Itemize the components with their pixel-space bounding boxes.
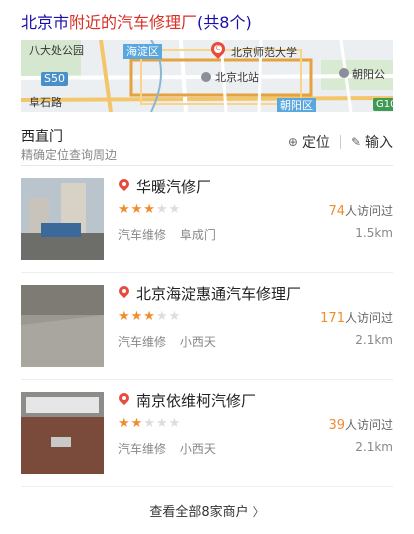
shop-category: 汽车维修 [118,335,167,349]
pencil-icon: ✎ [350,135,361,149]
map-label-bnu: 北京师范大学 [231,46,297,59]
locate-button[interactable]: ⊕ 定位 [288,132,330,152]
locate-icon: ⊕ [287,135,298,149]
station-icon [201,72,211,82]
shop-list: 华暖汽修厂 ★★★★★ 74人访问过 汽车维修 阜成门 1.5km 北京海淀惠通… [21,166,393,487]
current-location: 西直门 [21,129,63,145]
visit-count: 171人访问过 [320,311,393,326]
shop-name[interactable]: 南京依维柯汽修厂 [136,390,256,411]
divider [339,135,341,149]
input-location-button[interactable]: ✎ 输入 [351,132,393,152]
view-all-button[interactable]: 查看全部8家商户〉 [0,490,414,534]
locate-label: 定位 [301,135,330,151]
shop-photo[interactable] [21,285,104,367]
map-label-g10: G10 [373,98,393,111]
results-title[interactable]: 北京市附近的汽车修理厂(共8个) [21,9,252,33]
map-label-fushi-road: 阜石路 [29,96,62,109]
shop-area: 小西天 [179,335,216,349]
shop-category: 汽车维修 [118,228,167,242]
shop-distance: 2.1km [355,333,393,347]
shop-area: 小西天 [179,442,216,456]
location-pin-icon [118,393,130,408]
list-item[interactable]: 华暖汽修厂 ★★★★★ 74人访问过 汽车维修 阜成门 1.5km [21,166,393,273]
park-icon [339,68,349,78]
location-pin-icon [118,179,130,194]
title-query: 附近的汽车修理厂 [69,13,198,32]
shop-name[interactable]: 北京海淀惠通汽车修理厂 [136,283,301,304]
shop-distance: 2.1km [355,440,393,454]
map-label-badachu: 八大处公园 [29,44,84,57]
list-item[interactable]: 南京依维柯汽修厂 ★★★★★ 39人访问过 汽车维修 小西天 2.1km [21,380,393,487]
input-label: 输入 [365,135,393,151]
map-label-haidian: 海淀区 [123,44,162,59]
map-label-s50: S50 [41,72,68,86]
shop-name[interactable]: 华暖汽修厂 [136,176,211,197]
title-count: (共8个) [197,13,252,32]
view-all-label: 查看全部8家商户 [149,505,249,520]
star-rating: ★★★★★ [118,202,182,217]
title-city: 北京市 [21,13,70,32]
shop-category: 汽车维修 [118,442,167,456]
location-bar: 西直门 精确定位查询周边 ⊕ 定位 ✎ 输入 [21,122,393,166]
shop-photo[interactable] [21,392,104,474]
map-label-beijingbei: 北京北站 [215,71,259,84]
shop-distance: 1.5km [355,226,393,240]
visit-count: 74人访问过 [328,204,393,219]
location-hint: 精确定位查询周边 [21,148,118,162]
visit-count: 39人访问过 [328,418,393,433]
location-pin-icon [118,286,130,301]
map-preview[interactable]: 八大处公园 海淀区 C 北京师范大学 S50 北京北站 朝阳公 阜石路 朝阳区 … [21,40,393,112]
star-rating: ★★★★★ [118,416,182,431]
shop-area: 阜成门 [179,228,216,242]
map-label-chaoyang: 朝阳区 [277,98,316,112]
shop-photo[interactable] [21,178,104,260]
list-item[interactable]: 北京海淀惠通汽车修理厂 ★★★★★ 171人访问过 汽车维修 小西天 2.1km [21,273,393,380]
star-rating: ★★★★★ [118,309,182,324]
chevron-right-icon: 〉 [252,505,265,519]
location-actions: ⊕ 定位 ✎ 输入 [288,132,393,152]
map-label-chaoyang-park: 朝阳公 [352,68,385,81]
